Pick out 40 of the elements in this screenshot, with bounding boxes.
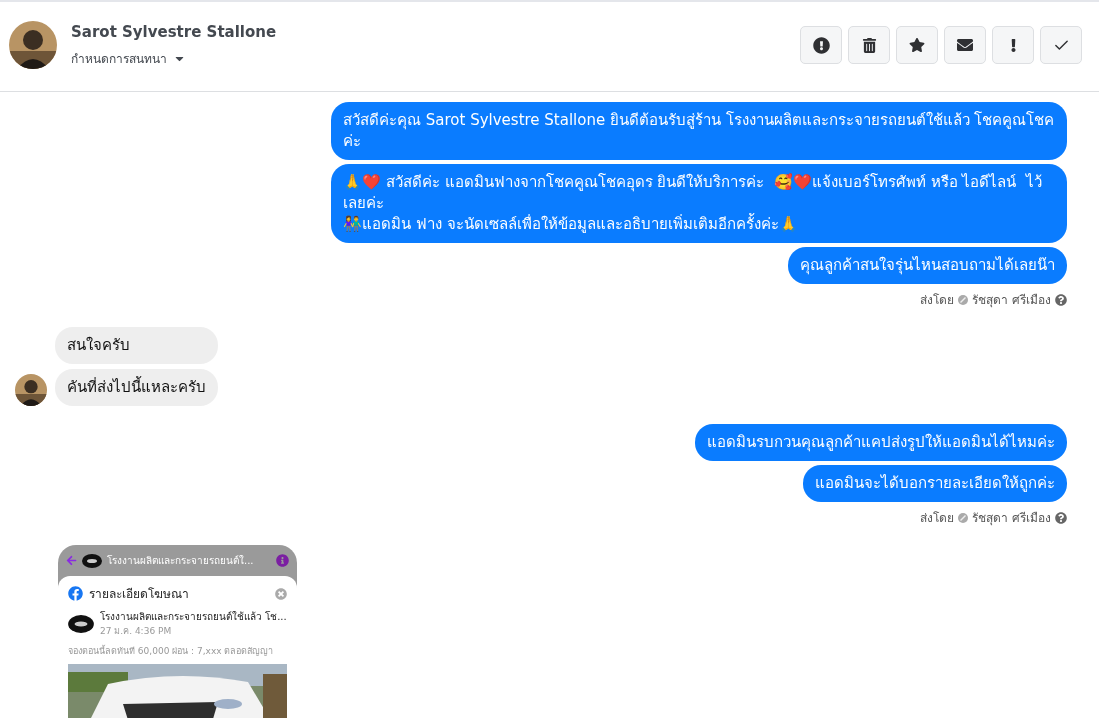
close-icon (275, 587, 287, 600)
message-bubble: คุณลูกค้าสนใจรุ่นไหนสอบถามได้เลยน๊า (788, 247, 1067, 284)
mail-button[interactable] (944, 26, 986, 64)
contact-avatar (9, 21, 57, 69)
post-author: โรงงานผลิตและกระจายรถยนต์ใช้แล้ว โช... (100, 610, 287, 624)
blocked-icon (958, 512, 969, 523)
post-time: 27 ม.ค. 4:36 PM (100, 625, 173, 638)
message-bubble: สวัสดีค่ะคุณ Sarot Sylvestre Stallone ยินดีต้อนรับสู่ร้าน โรงงานผลิตและกระจายรถยนต์ใช้แล้ว โชคคูณโชคค่ะ (331, 102, 1067, 160)
sender-name[interactable]: รัชสุดา ศรีเมือง (972, 290, 1051, 309)
trash-icon (861, 37, 877, 53)
help-icon[interactable] (1055, 511, 1067, 524)
message-bubble: แอดมินจะได้บอกรายละเอียดให้ถูกค่ะ (803, 465, 1067, 502)
post-caption: จองตอนนี้ลดทันที 60,000 ผ่อน : 7,xxx ตลอดสัญญา (68, 644, 275, 658)
sent-by-label: ส่งโดย (920, 510, 955, 527)
delete-button[interactable] (848, 26, 890, 64)
message-bubble: แอดมินรบกวนคุณลูกค้าแคปส่งรูปให้แอดมินได้ไหมค่ะ (695, 424, 1067, 461)
star-icon (909, 37, 925, 53)
report-icon (812, 36, 830, 54)
star-button[interactable] (896, 26, 938, 64)
logo-icon (82, 553, 102, 568)
message-bubble: คันที่ส่งไปนี้แหละครับ (55, 369, 218, 406)
sent-by-label: ส่งโดย (920, 292, 955, 309)
sender-name[interactable]: รัชสุดา ศรีเมือง (972, 508, 1051, 527)
panel-title: รายละเอียดโฆษณา (89, 586, 190, 603)
blocked-icon (958, 294, 969, 305)
important-button[interactable] (992, 26, 1034, 64)
avatar (15, 374, 47, 406)
back-arrow-icon (66, 555, 77, 566)
message-bubble: สนใจครับ (55, 327, 218, 364)
contact-name: Sarot Sylvestre Stallone (71, 22, 278, 41)
facebook-icon (68, 586, 83, 601)
attached-screenshot[interactable]: โรงงานผลิตและกระจายรถยนต์ใ... รายละเอียดโฆษณา โรงงานผลิตและกระจายรถยนต์ใช้แล้ว โช... 27 ม.ค. 4:36 PM จองตอนนี้ลดทันที 60,000 ผ่อน : 7,xxx ตลอดสัญญา (58, 545, 297, 718)
conversation-menu[interactable]: กำหนดการสนทนา (71, 48, 186, 68)
info-icon (276, 554, 289, 567)
app-title: โรงงานผลิตและกระจายรถยนต์ใ... (107, 554, 255, 568)
message-bubble: 🙏❤ สวัสดีค่ะ แอดมินฟางจากโชคคูณโชคอุดร ยินดีให้บริการค่ะ 🥰❤แจ้งเบอร์โทรศัพท์ หรือ ไอดีไลน์ ไว้เลยค่ะ 👫แอดมิน ฟาง จะนัดเซลล์เพื่อให้ข้อมูลและอธิบายเพิ่มเติมอีกครั้งค่ะ🙏 (331, 164, 1067, 243)
envelope-icon (957, 37, 973, 53)
logo-icon (68, 614, 94, 633)
report-button[interactable] (800, 26, 842, 64)
help-icon[interactable] (1055, 293, 1067, 306)
